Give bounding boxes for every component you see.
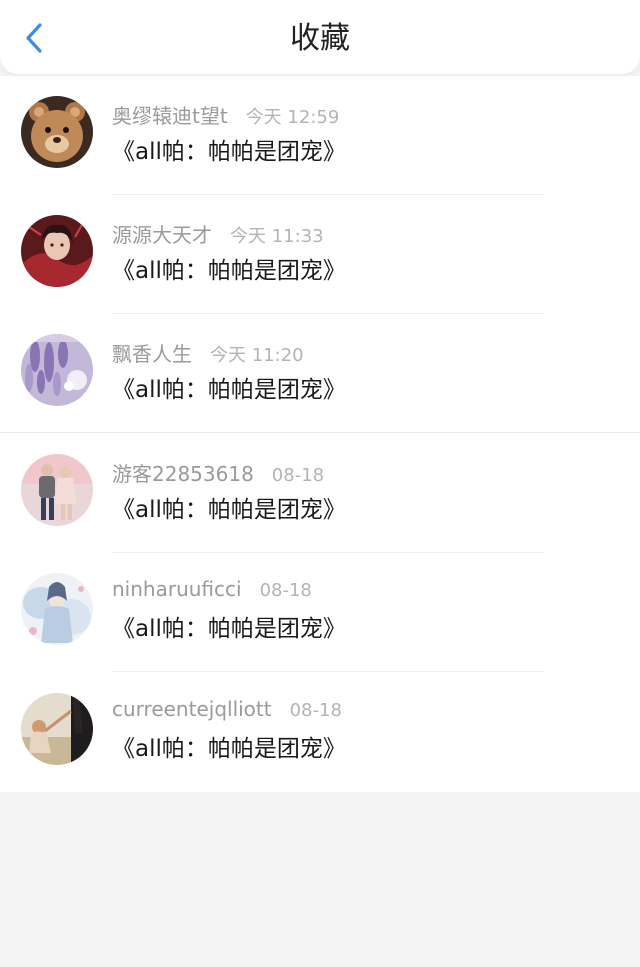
favorite-item[interactable]: 游客22853618 08-18 《all帕：帕帕是团宠》 (0, 434, 640, 553)
favorite-item[interactable]: 飘香人生 今天 11:20 《all帕：帕帕是团宠》 (0, 314, 640, 433)
divider (112, 671, 544, 672)
username[interactable]: 奥缪辕迪t望t (112, 100, 228, 129)
favorite-title[interactable]: 《all帕：帕帕是团宠》 (112, 374, 346, 406)
favorite-title[interactable]: 《all帕：帕帕是团宠》 (112, 613, 346, 645)
username[interactable]: ninharuuficci (112, 577, 242, 601)
favorite-title[interactable]: 《all帕：帕帕是团宠》 (112, 494, 346, 526)
favorite-title[interactable]: 《all帕：帕帕是团宠》 (112, 136, 346, 168)
user-avatar[interactable] (21, 334, 93, 406)
divider (0, 432, 640, 433)
timestamp: 08-18 (289, 700, 342, 721)
user-avatar[interactable] (21, 573, 93, 645)
favorite-item[interactable]: curreentejqlliott 08-18 《all帕：帕帕是团宠》 (0, 673, 640, 792)
timestamp: 08-18 (259, 580, 312, 601)
username[interactable]: curreentejqlliott (112, 697, 272, 721)
favorite-item[interactable]: ninharuuficci 08-18 《all帕：帕帕是团宠》 (0, 553, 640, 672)
user-avatar[interactable] (21, 215, 93, 287)
user-avatar[interactable] (21, 693, 93, 765)
username[interactable]: 源源大天才 (112, 219, 212, 248)
top-bar: 收藏 (0, 0, 640, 74)
page-title: 收藏 (290, 21, 350, 56)
username[interactable]: 游客22853618 (112, 458, 254, 487)
favorite-item[interactable]: 奥缪辕迪t望t 今天 12:59 《all帕：帕帕是团宠》 (0, 76, 640, 195)
favorites-list: 奥缪辕迪t望t 今天 12:59 《all帕：帕帕是团宠》 源源大天才 今天 1… (0, 76, 640, 792)
timestamp: 08-18 (271, 465, 325, 486)
user-avatar[interactable] (21, 454, 93, 526)
username[interactable]: 飘香人生 (112, 338, 192, 367)
favorite-item[interactable]: 源源大天才 今天 11:33 《all帕：帕帕是团宠》 (0, 195, 640, 314)
user-avatar[interactable] (21, 96, 93, 168)
timestamp: 今天 12:59 (245, 107, 340, 128)
favorite-title[interactable]: 《all帕：帕帕是团宠》 (112, 733, 346, 765)
timestamp: 今天 11:33 (230, 226, 324, 247)
favorite-title[interactable]: 《all帕：帕帕是团宠》 (112, 255, 346, 287)
timestamp: 今天 11:20 (210, 345, 304, 366)
